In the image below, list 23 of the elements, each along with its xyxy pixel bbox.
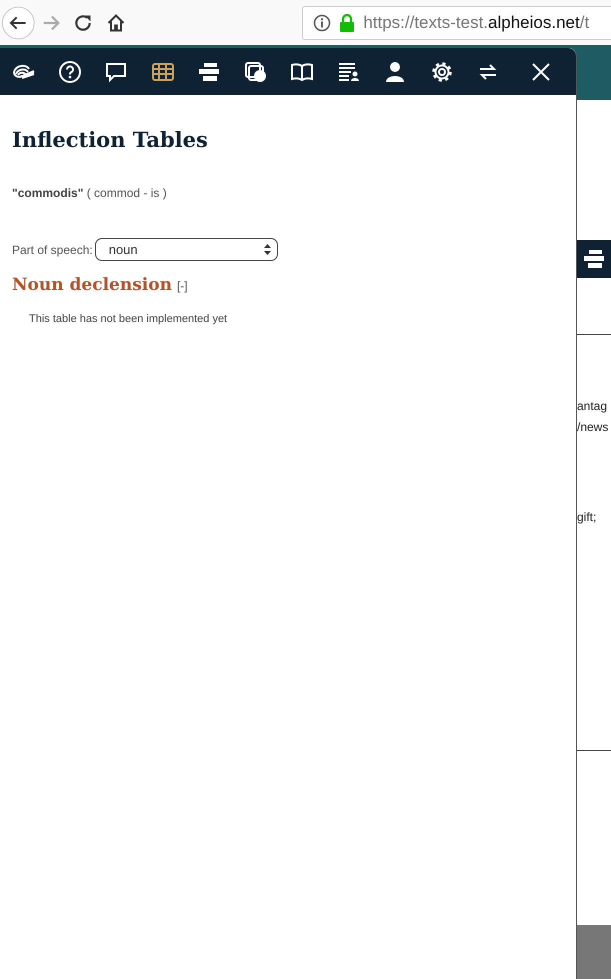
user-icon[interactable] xyxy=(383,60,407,84)
definition-text: gift; xyxy=(577,509,598,525)
status-message: This table has not been implemented yet xyxy=(29,313,228,325)
settings-icon[interactable] xyxy=(430,60,454,84)
bars-icon[interactable] xyxy=(582,247,606,271)
cookie-bar xyxy=(577,925,611,979)
spinner-icon xyxy=(264,244,271,255)
definition-text: antag xyxy=(577,398,608,414)
address-field[interactable]: https://texts-test.alpheios.net/t xyxy=(302,6,611,40)
help-icon[interactable] xyxy=(58,60,82,84)
target-word: "commodis" ( commod - is ) xyxy=(12,186,167,200)
info-icon[interactable] xyxy=(313,14,332,32)
section-title: Noun declension xyxy=(12,275,172,295)
part-of-speech-select[interactable]: noun xyxy=(94,238,278,261)
toolbar-button[interactable] xyxy=(577,240,611,278)
definition-text: /news xyxy=(577,419,610,435)
url-text: https://texts-test.alpheios.net/t xyxy=(363,12,590,32)
home-icon[interactable] xyxy=(106,12,126,32)
lock-icon xyxy=(339,14,356,32)
reload-icon[interactable] xyxy=(73,12,94,32)
part-of-speech-label: Part of speech: xyxy=(12,242,93,256)
panel-title: Inflection Tables xyxy=(12,127,209,152)
collapse-link[interactable]: [-] xyxy=(176,279,188,293)
